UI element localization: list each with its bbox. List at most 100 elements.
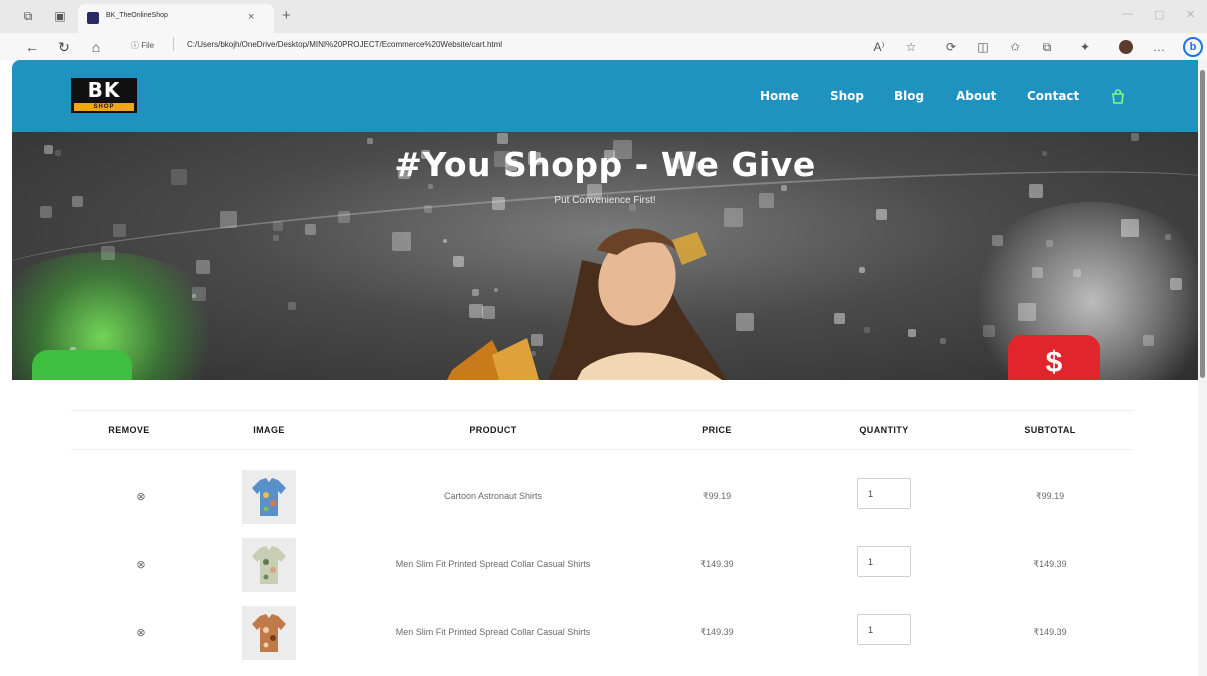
table-row: ⊗ Men Slim Fit Printed Spread Collar Cas… (71, 603, 1133, 671)
tab-actions-icon[interactable]: ▣ (52, 8, 68, 24)
logo-text-bk: BK (87, 78, 121, 102)
bokeh-square (992, 235, 1003, 246)
url-separator (173, 37, 174, 51)
bokeh-square (908, 329, 916, 337)
bokeh-square (1073, 269, 1081, 277)
header-price: PRICE (702, 425, 732, 435)
bokeh-square (1018, 303, 1036, 321)
bokeh-square (273, 221, 283, 231)
bokeh-square (864, 327, 870, 333)
page-viewport: BK SHOP Home Shop Blog About Contact $ #… (12, 60, 1198, 676)
quantity-input[interactable] (857, 614, 911, 645)
read-aloud-icon[interactable]: A⁾ (870, 38, 888, 56)
header-product: PRODUCT (469, 425, 517, 435)
bokeh-square (859, 267, 865, 273)
product-price: ₹149.39 (700, 627, 734, 637)
split-screen-icon[interactable]: ◫ (974, 38, 992, 56)
remove-item-icon[interactable]: ⊗ (134, 558, 148, 572)
bokeh-square (834, 313, 845, 324)
bokeh-square (1121, 219, 1139, 237)
bokeh-square (196, 260, 210, 274)
cart-table-header: REMOVE IMAGE PRODUCT PRICE QUANTITY SUBT… (71, 410, 1133, 450)
product-thumbnail (242, 470, 296, 524)
logo-text-shop: SHOP (74, 103, 134, 111)
bokeh-square (101, 246, 115, 260)
bokeh-square (876, 209, 887, 220)
bokeh-square (781, 185, 787, 191)
bokeh-square (288, 302, 296, 310)
remove-item-icon[interactable]: ⊗ (134, 626, 148, 640)
site-favicon-icon (87, 12, 99, 24)
product-price: ₹149.39 (700, 559, 734, 569)
close-window-icon[interactable]: ✕ (1186, 8, 1195, 21)
hero-banner: $ #You Shopp - We Give Put Convenience F… (12, 132, 1198, 380)
bokeh-square (113, 224, 126, 237)
bokeh-square (1032, 267, 1043, 278)
bokeh-square (983, 325, 995, 337)
favorite-star-icon[interactable]: ☆ (902, 38, 920, 56)
header-image: IMAGE (253, 425, 285, 435)
product-subtotal: ₹149.39 (1033, 627, 1067, 637)
bokeh-square (392, 232, 411, 251)
extension-icon[interactable]: ⟳ (942, 38, 960, 56)
nav-shop[interactable]: Shop (830, 89, 864, 103)
product-price: ₹99.19 (702, 491, 732, 501)
nav-home[interactable]: Home (760, 89, 799, 103)
browser-tab-strip: ⧉ ▣ BK_TheOnlineShop × + — ▢ ✕ (0, 0, 1207, 33)
remove-item-icon[interactable]: ⊗ (134, 490, 148, 504)
quantity-input[interactable] (857, 478, 911, 509)
workspaces-icon[interactable]: ⧉ (20, 8, 36, 24)
product-thumbnail (242, 606, 296, 660)
header-quantity: QUANTITY (859, 425, 909, 435)
product-name: Cartoon Astronaut Shirts (443, 491, 543, 501)
collections-icon[interactable]: ⧉ (1038, 38, 1056, 56)
browser-tab-active[interactable]: BK_TheOnlineShop × (78, 4, 274, 33)
scrollbar-thumb[interactable] (1200, 70, 1205, 378)
bokeh-square (305, 224, 316, 235)
product-subtotal: ₹149.39 (1033, 559, 1067, 569)
table-row: ⊗ Cartoon Astronaut Shirts ₹99.19 ₹99.19 (71, 467, 1133, 535)
maximize-icon[interactable]: ▢ (1154, 8, 1164, 21)
site-logo[interactable]: BK SHOP (71, 78, 137, 113)
new-tab-icon[interactable]: + (282, 8, 291, 23)
bokeh-square (40, 206, 52, 218)
bokeh-square (338, 211, 350, 223)
bokeh-square (428, 184, 433, 189)
dollar-sign-graphic: $ (1008, 335, 1100, 380)
home-icon[interactable]: ⌂ (86, 37, 106, 57)
tab-title: BK_TheOnlineShop (106, 12, 168, 19)
table-row: ⊗ Men Slim Fit Printed Spread Collar Cas… (71, 535, 1133, 603)
nav-about[interactable]: About (956, 89, 996, 103)
bokeh-square (940, 338, 946, 344)
bokeh-square (192, 287, 206, 301)
url-input[interactable]: C:/Users/bkojh/OneDrive/Desktop/MINI%20P… (187, 40, 502, 49)
profile-avatar[interactable] (1119, 40, 1133, 54)
copilot-icon[interactable]: b (1183, 37, 1203, 57)
bokeh-square (497, 133, 508, 144)
back-icon[interactable]: ← (22, 37, 42, 57)
bokeh-square (1143, 335, 1154, 346)
tab-close-icon[interactable]: × (248, 11, 254, 23)
bokeh-square (1170, 278, 1182, 290)
nav-contact[interactable]: Contact (1027, 89, 1079, 103)
site-info-button[interactable]: ⓘ File (131, 40, 154, 51)
hero-subtitle: Put Convenience First! (554, 195, 656, 206)
bokeh-square (1046, 240, 1053, 247)
extension-puzzle-icon[interactable]: ✦ (1076, 38, 1094, 56)
quantity-input[interactable] (857, 546, 911, 577)
nav-blog[interactable]: Blog (894, 89, 924, 103)
page-scrollbar[interactable] (1198, 60, 1207, 676)
product-name: Men Slim Fit Printed Spread Collar Casua… (395, 559, 591, 569)
more-menu-icon[interactable]: … (1150, 38, 1168, 56)
hero-title: #You Shopp - We Give (394, 145, 816, 184)
favorites-icon[interactable]: ✩ (1006, 38, 1024, 56)
minimize-icon[interactable]: — (1122, 8, 1133, 20)
product-thumbnail (242, 538, 296, 592)
shopping-bag-icon[interactable] (1110, 89, 1126, 105)
product-name: Men Slim Fit Printed Spread Collar Casua… (395, 627, 591, 637)
refresh-icon[interactable]: ↻ (54, 37, 74, 57)
bokeh-square (424, 205, 432, 213)
header-remove: REMOVE (108, 425, 150, 435)
bokeh-square (1165, 234, 1171, 240)
product-subtotal: ₹99.19 (1035, 491, 1065, 501)
